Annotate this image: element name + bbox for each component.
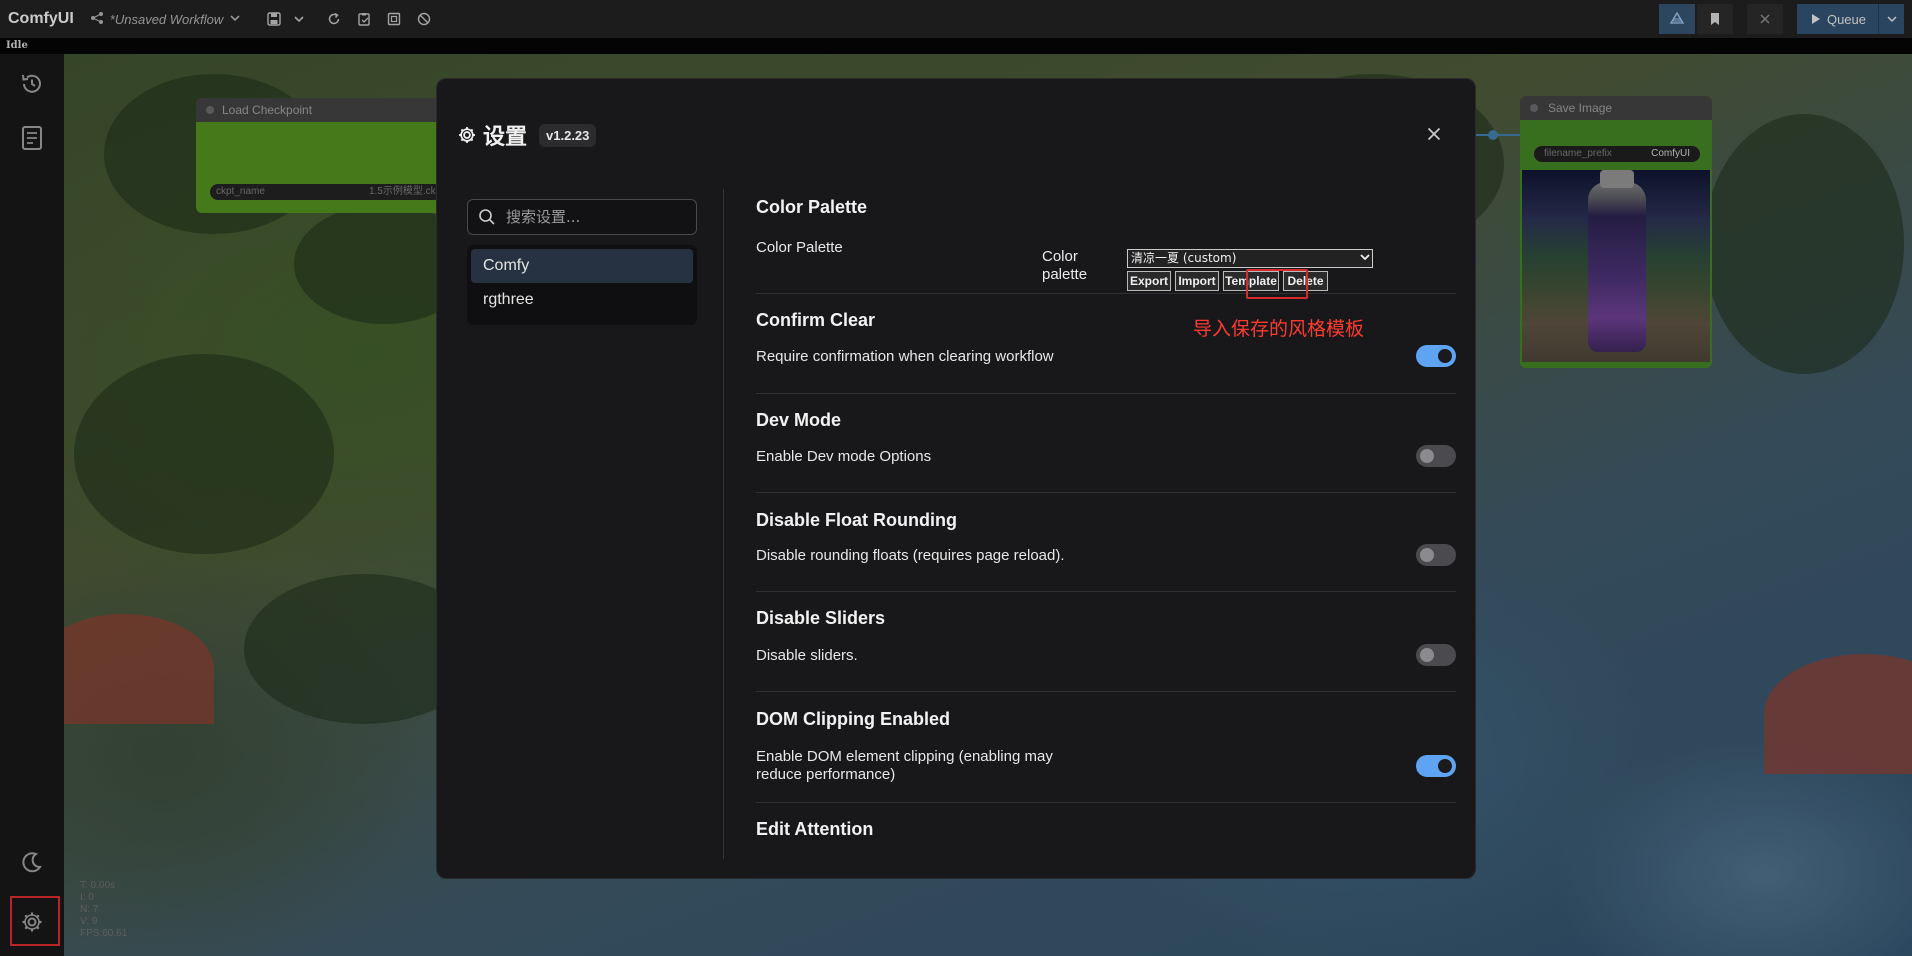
setting-row: Enable Dev mode Options [756, 445, 1456, 467]
setting-row: Enable DOM element clipping (enabling ma… [756, 748, 1456, 784]
setting-row: Disable sliders. [756, 644, 1456, 666]
gear-icon [459, 127, 475, 143]
section-dev-mode: Dev Mode Enable Dev mode Options [756, 394, 1456, 493]
section-heading: Disable Float Rounding [756, 510, 957, 530]
category-rgthree[interactable]: rgthree [471, 283, 693, 317]
settings-dialog: 设置 v1.2.23 Comfy rgthree Color Palette C… [436, 78, 1476, 879]
section-dom-clipping: DOM Clipping Enabled Enable DOM element … [756, 692, 1456, 803]
export-button[interactable]: Export [1127, 271, 1171, 291]
dom-clipping-toggle[interactable] [1416, 755, 1456, 777]
setting-label: Enable Dev mode Options [756, 447, 932, 465]
section-heading: Confirm Clear [756, 310, 876, 330]
dialog-title: 设置 [483, 124, 528, 149]
setting-row: Require confirmation when clearing workf… [756, 345, 1456, 367]
search-input[interactable] [506, 208, 686, 226]
category-list: Comfy rgthree [467, 245, 697, 325]
section-edit-attention: Edit Attention [756, 803, 1456, 863]
section-disable-float-rounding: Disable Float Rounding Disable rounding … [756, 493, 1456, 592]
section-confirm-clear: Confirm Clear Require confirmation when … [756, 294, 1456, 394]
dialog-header: 设置 v1.2.23 [457, 119, 597, 151]
settings-search[interactable] [467, 199, 697, 235]
section-heading: DOM Clipping Enabled [756, 709, 950, 729]
import-button[interactable]: Import [1175, 271, 1219, 291]
section-heading: Disable Sliders [756, 608, 886, 628]
close-icon [1427, 127, 1441, 141]
annotation-text: 导入保存的风格模板 [1193, 318, 1365, 340]
section-heading: Dev Mode [756, 410, 842, 430]
divider [723, 189, 724, 859]
version-badge: v1.2.23 [539, 123, 597, 147]
setting-label: Enable DOM element clipping (enabling ma… [756, 748, 1053, 783]
section-disable-sliders: Disable Sliders Disable sliders. [756, 592, 1456, 692]
palette-select[interactable]: 清凉一夏 (custom) [1127, 249, 1373, 268]
close-button[interactable] [1421, 121, 1447, 147]
section-color-palette: Color Palette Color Palette Color palett… [756, 184, 1456, 294]
disable-sliders-toggle[interactable] [1416, 644, 1456, 666]
settings-content: Color Palette Color Palette Color palett… [756, 184, 1456, 874]
chevron-down-icon [1360, 250, 1370, 267]
confirm-clear-toggle[interactable] [1416, 345, 1456, 367]
setting-label: Require confirmation when clearing workf… [756, 347, 1054, 365]
section-heading: Color Palette [756, 197, 868, 217]
dev-mode-toggle[interactable] [1416, 445, 1456, 467]
section-heading: Edit Attention [756, 819, 874, 839]
palette-control-label: Color palette [1042, 248, 1088, 283]
setting-row: Disable rounding floats (requires page r… [756, 544, 1456, 566]
setting-label: Disable sliders. [756, 646, 858, 664]
category-comfy[interactable]: Comfy [471, 249, 693, 283]
import-highlight-box [1246, 269, 1308, 299]
float-rounding-toggle[interactable] [1416, 544, 1456, 566]
setting-label: Color Palette [756, 239, 843, 256]
search-icon [479, 209, 495, 225]
setting-label: Disable rounding floats (requires page r… [756, 546, 1065, 564]
palette-selected-value: 清凉一夏 (custom) [1131, 251, 1237, 265]
